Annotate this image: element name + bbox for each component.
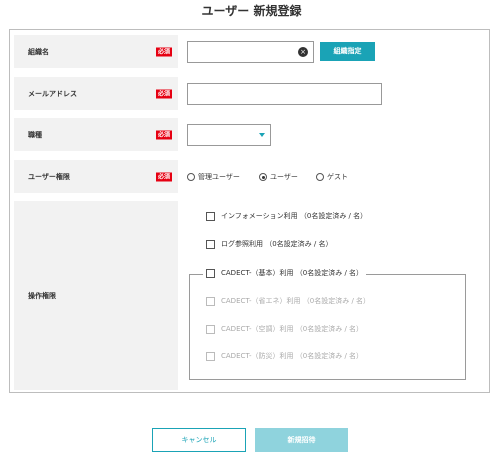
email-row-label: メールアドレス 必須 [14, 77, 178, 110]
organization-row-label: 組織名 必須 [14, 35, 178, 68]
email-input[interactable] [187, 83, 382, 105]
radio-circle [187, 173, 195, 181]
email-label: メールアドレス [28, 89, 77, 98]
clear-icon[interactable]: × [298, 47, 308, 57]
position-label: 職種 [28, 130, 42, 139]
organization-label: 組織名 [28, 47, 49, 56]
required-badge: 必須 [155, 172, 172, 181]
radio-label: 管理ユーザー [198, 173, 240, 181]
permission-cadect-hvac: CADECT-（空調）利用 （0名設定済み / 名） [206, 324, 363, 334]
chevron-down-icon [259, 133, 265, 137]
cancel-button[interactable]: キャンセル [152, 428, 246, 452]
position-select[interactable] [187, 124, 271, 146]
radio-circle [316, 173, 324, 181]
checkbox [206, 324, 215, 334]
user-role-row-label: ユーザー権限 必須 [14, 160, 178, 193]
position-row-label: 職種 必須 [14, 118, 178, 151]
radio-admin-user[interactable]: 管理ユーザー [187, 172, 240, 182]
permission-information[interactable]: インフォメーション利用 （0名設定済み / 名） [206, 211, 367, 221]
checkbox [206, 296, 215, 306]
checkbox-label: CADECT-（基本）利用 （0名設定済み / 名） [221, 269, 364, 277]
invite-button[interactable]: 新規招待 [255, 428, 348, 452]
checkbox-label: CADECT-（空調）利用 （0名設定済み / 名） [221, 325, 364, 333]
required-badge: 必須 [155, 89, 172, 98]
radio-circle-selected [259, 173, 267, 181]
radio-label: ユーザー [270, 173, 298, 181]
permission-cadect-basic[interactable]: CADECT-（基本）利用 （0名設定済み / 名） [203, 268, 367, 278]
checkbox-label: ログ参照利用 （0名設定済み / 名） [221, 240, 333, 248]
permissions-label: 操作権限 [28, 291, 56, 300]
permissions-row-label: 操作権限 [14, 201, 178, 390]
user-role-label: ユーザー権限 [28, 172, 70, 181]
radio-guest[interactable]: ゲスト [316, 172, 348, 182]
organization-select-button[interactable]: 組織指定 [320, 42, 375, 61]
checkbox-label: CADECT-（省エネ）利用 （0名設定済み / 名） [221, 297, 371, 305]
checkbox-label: CADECT-（防災）利用 （0名設定済み / 名） [221, 352, 364, 360]
checkbox [206, 268, 215, 278]
checkbox-label: インフォメーション利用 （0名設定済み / 名） [221, 212, 368, 220]
radio-label: ゲスト [327, 173, 348, 181]
checkbox [206, 351, 215, 361]
organization-input[interactable]: × [187, 41, 314, 63]
permission-log-view[interactable]: ログ参照利用 （0名設定済み / 名） [206, 239, 333, 249]
checkbox [206, 239, 215, 249]
page-title: ユーザー 新規登録 [201, 4, 302, 18]
required-badge: 必須 [155, 47, 172, 56]
required-badge: 必須 [155, 130, 172, 139]
permission-cadect-energy: CADECT-（省エネ）利用 （0名設定済み / 名） [206, 296, 370, 306]
radio-user[interactable]: ユーザー [259, 172, 298, 182]
checkbox [206, 211, 215, 221]
permission-cadect-disaster: CADECT-（防災）利用 （0名設定済み / 名） [206, 351, 363, 361]
